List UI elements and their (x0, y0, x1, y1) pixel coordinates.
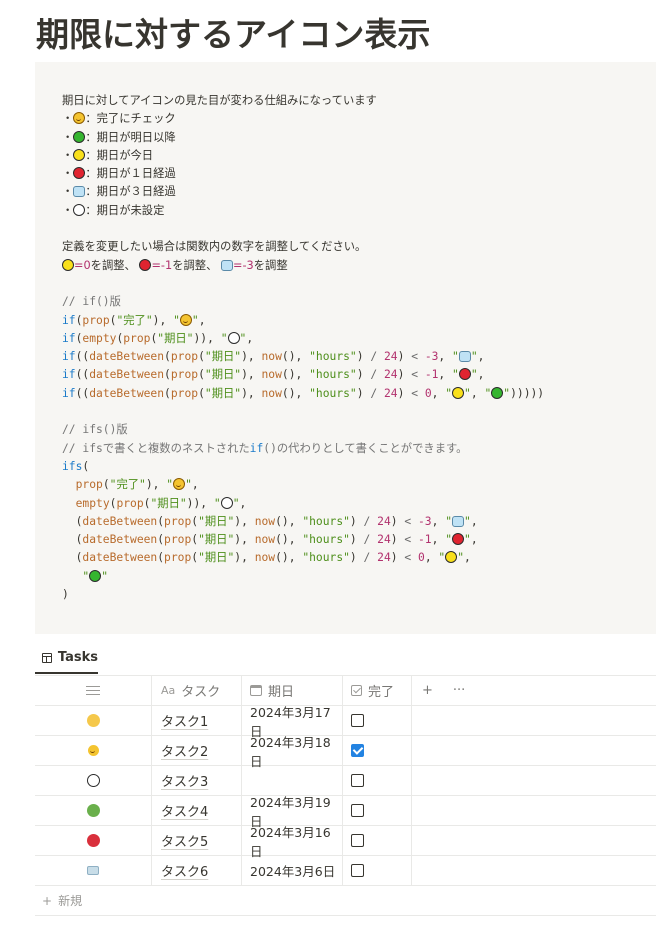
white-circle-icon (73, 203, 86, 216)
task-name[interactable]: タスク1 (161, 711, 208, 730)
green-circle-icon (73, 130, 86, 143)
code-line: if(empty(prop("期日")), " ", (62, 331, 254, 345)
yellow-circle-icon (86, 714, 100, 727)
legend-item: ・：期日が未設定 (62, 203, 165, 217)
column-header-actions: + ··· (412, 676, 656, 705)
adjust-note: 定義を変更したい場合は関数内の数字を調整してください。 (62, 240, 367, 254)
legend-item: ・：期日が３日経過 (62, 185, 176, 199)
comment-ifs: // ifs()版 (62, 423, 128, 437)
add-column-button[interactable]: + (422, 683, 433, 698)
white-circle-icon (220, 496, 233, 509)
table-row[interactable]: タスク1 2024年3月17日 (35, 705, 656, 739)
code-line: " " (82, 569, 109, 583)
done-checkbox[interactable] (351, 774, 364, 787)
view-tabs: Tasks (35, 643, 656, 676)
code-line: empty(prop("期日")), " ", (75, 496, 247, 510)
task-name[interactable]: タスク5 (161, 831, 208, 850)
due-date: 2024年3月6日 (250, 864, 336, 879)
green-circle-icon (86, 804, 100, 817)
text-property-icon: Aa (161, 684, 176, 697)
task-name[interactable]: タスク6 (161, 861, 208, 880)
sliders-icon (86, 685, 100, 696)
red-circle-icon (452, 533, 465, 546)
done-checkbox[interactable] (351, 864, 364, 877)
calendar-icon (250, 685, 262, 696)
task-name[interactable]: タスク3 (161, 771, 208, 790)
ice-cube-icon (220, 259, 233, 271)
comment-if: // if()版 (62, 295, 121, 309)
legend-item: ・：完了にチェック (62, 112, 176, 126)
table-row[interactable]: タスク4 2024年3月19日 (35, 795, 656, 829)
ice-cube-icon (73, 186, 86, 198)
done-checkbox[interactable] (351, 834, 364, 847)
code-line: if((dateBetween(prop("期日"), now(), "hour… (62, 350, 485, 364)
code-line: if((dateBetween(prop("期日"), now(), "hour… (62, 386, 545, 400)
table-row[interactable]: タスク6 2024年3月6日 (35, 856, 656, 886)
table-header: Aa タスク 期日 完了 + ··· (35, 676, 656, 706)
ice-cube-icon (87, 866, 99, 875)
task-name[interactable]: タスク4 (161, 801, 208, 820)
ice-cube-icon (452, 515, 465, 527)
code-line: ) (62, 588, 69, 602)
done-checkbox[interactable] (351, 744, 364, 757)
column-header-task[interactable]: Aa タスク (152, 676, 242, 705)
tab-tasks[interactable]: Tasks (35, 643, 98, 674)
white-circle-icon (86, 774, 100, 787)
due-date: 2024年3月18日 (250, 734, 331, 769)
task-name[interactable]: タスク2 (161, 741, 208, 760)
done-checkbox[interactable] (351, 804, 364, 817)
yellow-circle-icon (445, 551, 458, 564)
red-circle-icon (139, 258, 152, 271)
plus-icon: + (42, 893, 53, 908)
red-circle-icon (86, 834, 100, 847)
done-checkbox[interactable] (351, 714, 364, 727)
yellow-circle-icon (73, 148, 86, 161)
code-line: if((dateBetween(prop("期日"), now(), "hour… (62, 368, 485, 382)
new-row-button[interactable]: + 新規 (35, 886, 656, 916)
green-circle-icon (491, 386, 504, 399)
table-icon (42, 652, 52, 663)
more-options-button[interactable]: ··· (453, 683, 465, 698)
smile-icon (173, 478, 186, 491)
red-circle-icon (458, 368, 471, 381)
code-block[interactable]: 期日に対してアイコンの見た目が変わる仕組みになっています ・：完了にチェック ・… (35, 62, 656, 634)
code-line: (dateBetween(prop("期日"), now(), "hours")… (62, 533, 478, 547)
smile-icon (179, 313, 192, 326)
legend-item: ・：期日が今日 (62, 148, 154, 162)
ice-cube-icon (458, 351, 471, 363)
code-line: (dateBetween(prop("期日"), now(), "hours")… (62, 514, 478, 528)
tasks-table: Aa タスク 期日 完了 + ··· タスク1 2024年3月17日 タスク2 … (35, 676, 656, 916)
smile-icon (87, 745, 99, 756)
red-circle-icon (73, 167, 86, 180)
yellow-circle-icon (452, 386, 465, 399)
due-date: 2024年3月16日 (250, 824, 331, 859)
column-header-done[interactable]: 完了 (343, 676, 412, 705)
legend-item: ・：期日が１日経過 (62, 167, 176, 181)
intro-text: 期日に対してアイコンの見た目が変わる仕組みになっています (62, 94, 377, 107)
code-line: (dateBetween(prop("期日"), now(), "hours")… (62, 551, 471, 565)
green-circle-icon (89, 569, 102, 582)
code-line: prop("完了"), " ", (75, 478, 199, 492)
code-line: ifs( (62, 459, 90, 473)
white-circle-icon (227, 331, 240, 344)
adjust-line: =0を調整、 =-1を調整、 =-3を調整 (62, 257, 656, 275)
checkbox-icon (351, 685, 362, 696)
page-title: 期限に対するアイコン表示 (36, 15, 431, 54)
comment-ifs-note: // ifsで書くと複数のネストされたif()の代わりとして書くことができます。 (62, 441, 468, 455)
table-row[interactable]: タスク2 2024年3月18日 (35, 735, 656, 769)
yellow-circle-icon (62, 258, 74, 271)
code-line: if(prop("完了"), " ", (62, 313, 206, 327)
table-row[interactable]: タスク3 (35, 766, 656, 796)
legend-item: ・：期日が明日以降 (62, 130, 176, 144)
column-header-status[interactable] (35, 676, 152, 705)
smile-icon (73, 112, 86, 125)
table-row[interactable]: タスク5 2024年3月16日 (35, 825, 656, 859)
